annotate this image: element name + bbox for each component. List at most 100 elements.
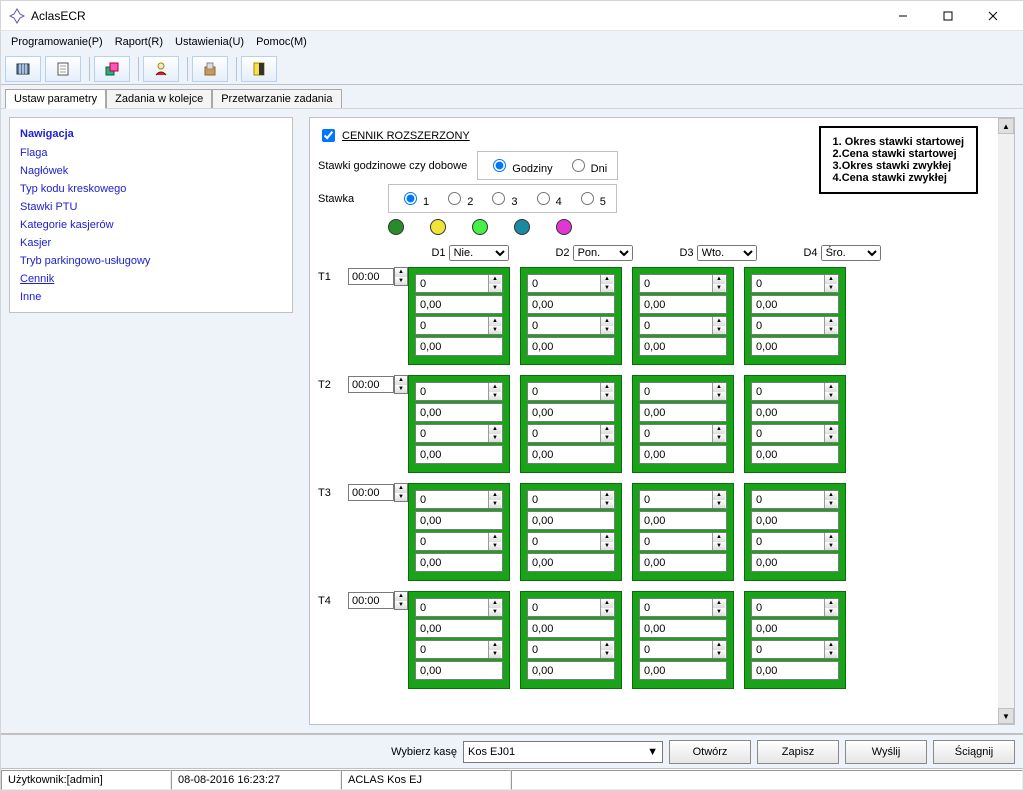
value-spinner[interactable]: 0▲▼	[415, 274, 503, 293]
menu-raport[interactable]: Raport(R)	[109, 34, 169, 50]
value-spinner[interactable]: 0▲▼	[639, 382, 727, 401]
value-spinner[interactable]: 0▲▼	[751, 424, 839, 443]
value-spinner[interactable]: 0▲▼	[527, 274, 615, 293]
nav-inne[interactable]: Inne	[20, 288, 282, 306]
value-input[interactable]: 0,00	[527, 511, 615, 530]
nav-cennik[interactable]: Cennik	[20, 270, 282, 288]
maximize-button[interactable]	[925, 1, 970, 30]
value-input[interactable]: 0,00	[639, 445, 727, 464]
value-spinner[interactable]: 0▲▼	[415, 424, 503, 443]
value-input[interactable]: 0,00	[415, 553, 503, 572]
tab-przetwarzanie-zadania[interactable]: Przetwarzanie zadania	[212, 89, 341, 108]
toolbar-btn-6[interactable]	[241, 56, 277, 82]
value-input[interactable]: 0,00	[415, 403, 503, 422]
stawka-option[interactable]: 4	[532, 189, 562, 208]
time-spinner[interactable]: ▲▼	[348, 267, 408, 286]
minimize-button[interactable]	[880, 1, 925, 30]
value-input[interactable]: 0,00	[415, 619, 503, 638]
value-spinner[interactable]: 0▲▼	[751, 316, 839, 335]
value-input[interactable]: 0,00	[415, 445, 503, 464]
value-spinner[interactable]: 0▲▼	[751, 640, 839, 659]
time-input[interactable]	[348, 376, 394, 393]
value-input[interactable]: 0,00	[639, 337, 727, 356]
value-input[interactable]: 0,00	[527, 619, 615, 638]
value-spinner[interactable]: 0▲▼	[527, 316, 615, 335]
value-input[interactable]: 0,00	[639, 511, 727, 530]
toolbar-btn-5[interactable]	[192, 56, 228, 82]
value-input[interactable]: 0,00	[751, 445, 839, 464]
value-input[interactable]: 0,00	[527, 445, 615, 464]
value-spinner[interactable]: 0▲▼	[527, 490, 615, 509]
day-select[interactable]: Śro.	[821, 245, 881, 261]
value-spinner[interactable]: 0▲▼	[527, 640, 615, 659]
value-input[interactable]: 0,00	[415, 295, 503, 314]
sciagnij-button[interactable]: Ściągnij	[933, 740, 1015, 764]
value-spinner[interactable]: 0▲▼	[751, 598, 839, 617]
value-input[interactable]: 0,00	[415, 661, 503, 680]
tab-ustaw-parametry[interactable]: Ustaw parametry	[5, 89, 106, 109]
stawka-option[interactable]: 5	[576, 189, 606, 208]
value-spinner[interactable]: 0▲▼	[751, 490, 839, 509]
value-input[interactable]: 0,00	[751, 661, 839, 680]
otworz-button[interactable]: Otwórz	[669, 740, 751, 764]
value-spinner[interactable]: 0▲▼	[527, 424, 615, 443]
close-button[interactable]	[970, 1, 1015, 30]
value-input[interactable]: 0,00	[639, 553, 727, 572]
value-input[interactable]: 0,00	[751, 553, 839, 572]
rate-basis-option[interactable]: Dni	[567, 156, 608, 175]
value-spinner[interactable]: 0▲▼	[415, 316, 503, 335]
value-spinner[interactable]: 0▲▼	[639, 274, 727, 293]
value-spinner[interactable]: 0▲▼	[639, 598, 727, 617]
value-input[interactable]: 0,00	[751, 619, 839, 638]
nav-naglowek[interactable]: Nagłówek	[20, 162, 282, 180]
value-input[interactable]: 0,00	[527, 661, 615, 680]
wyslij-button[interactable]: Wyślij	[845, 740, 927, 764]
value-input[interactable]: 0,00	[751, 403, 839, 422]
value-spinner[interactable]: 0▲▼	[639, 424, 727, 443]
stawka-option[interactable]: 1	[399, 189, 429, 208]
menu-ustawienia[interactable]: Ustawienia(U)	[169, 34, 250, 50]
day-select[interactable]: Pon.	[573, 245, 633, 261]
value-spinner[interactable]: 0▲▼	[751, 532, 839, 551]
scroll-down-icon[interactable]: ▼	[998, 708, 1014, 724]
time-spinner[interactable]: ▲▼	[348, 375, 408, 394]
value-spinner[interactable]: 0▲▼	[415, 640, 503, 659]
value-spinner[interactable]: 0▲▼	[415, 490, 503, 509]
day-select[interactable]: Wto.	[697, 245, 757, 261]
stawka-option[interactable]: 3	[487, 189, 517, 208]
value-input[interactable]: 0,00	[751, 295, 839, 314]
toolbar-btn-1[interactable]	[5, 56, 41, 82]
nav-stawki-ptu[interactable]: Stawki PTU	[20, 198, 282, 216]
vertical-scrollbar[interactable]: ▲ ▼	[998, 118, 1014, 724]
menu-programowanie[interactable]: Programowanie(P)	[5, 34, 109, 50]
zapisz-button[interactable]: Zapisz	[757, 740, 839, 764]
value-input[interactable]: 0,00	[527, 553, 615, 572]
nav-tryb-parkingowo[interactable]: Tryb parkingowo-usługowy	[20, 252, 282, 270]
time-input[interactable]	[348, 484, 394, 501]
value-spinner[interactable]: 0▲▼	[639, 532, 727, 551]
value-input[interactable]: 0,00	[639, 295, 727, 314]
value-spinner[interactable]: 0▲▼	[639, 490, 727, 509]
menu-pomoc[interactable]: Pomoc(M)	[250, 34, 313, 50]
stawka-option[interactable]: 2	[443, 189, 473, 208]
value-spinner[interactable]: 0▲▼	[527, 382, 615, 401]
kasa-select[interactable]: Kos EJ01 ▼	[463, 741, 663, 763]
value-input[interactable]: 0,00	[415, 511, 503, 530]
value-spinner[interactable]: 0▲▼	[639, 640, 727, 659]
time-input[interactable]	[348, 592, 394, 609]
value-spinner[interactable]: 0▲▼	[527, 532, 615, 551]
value-input[interactable]: 0,00	[527, 295, 615, 314]
tab-zadania-w-kolejce[interactable]: Zadania w kolejce	[106, 89, 212, 108]
value-spinner[interactable]: 0▲▼	[527, 598, 615, 617]
nav-kategorie-kasjerow[interactable]: Kategorie kasjerów	[20, 216, 282, 234]
nav-flaga[interactable]: Flaga	[20, 144, 282, 162]
value-input[interactable]: 0,00	[639, 619, 727, 638]
value-input[interactable]: 0,00	[527, 403, 615, 422]
toolbar-btn-3[interactable]	[94, 56, 130, 82]
value-input[interactable]: 0,00	[639, 403, 727, 422]
nav-typ-kodu[interactable]: Typ kodu kreskowego	[20, 180, 282, 198]
nav-kasjer[interactable]: Kasjer	[20, 234, 282, 252]
value-spinner[interactable]: 0▲▼	[639, 316, 727, 335]
time-input[interactable]	[348, 268, 394, 285]
time-spinner[interactable]: ▲▼	[348, 591, 408, 610]
